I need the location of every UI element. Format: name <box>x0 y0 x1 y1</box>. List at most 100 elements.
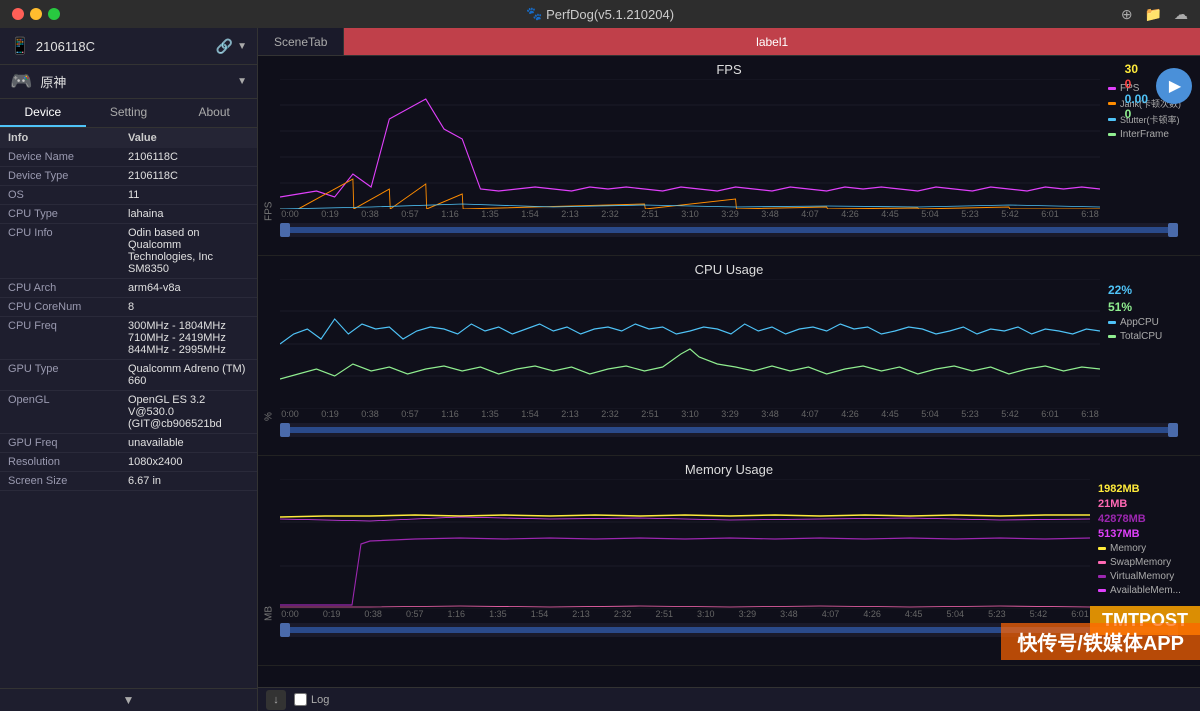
legend-interframe: InterFrame <box>1108 129 1200 140</box>
info-value: unavailable <box>128 437 249 449</box>
sidebar-scroll-down[interactable]: ▼ <box>0 688 257 711</box>
app-selector[interactable]: 🎮 原神 ▼ <box>0 65 257 99</box>
cpu-timeline-track <box>280 427 1178 433</box>
info-label: Device Type <box>8 170 128 182</box>
info-col1-header: Info <box>8 132 128 144</box>
info-row: Screen Size6.67 in <box>0 472 257 491</box>
info-row: GPU TypeQualcomm Adreno (TM) 660 <box>0 360 257 391</box>
info-label: CPU Freq <box>8 320 128 356</box>
watermark-tmtpost2: 快传号/铁媒体APP <box>1001 623 1200 660</box>
memory-y-label: MB <box>258 479 280 621</box>
info-value: arm64-v8a <box>128 282 249 294</box>
legend-stutter: Stutter(卡顿率) <box>1108 113 1200 126</box>
info-value: Qualcomm Adreno (TM) 660 <box>128 363 249 387</box>
link-icon[interactable]: 🔗 <box>216 38 233 55</box>
cpu-legend: 22% 51% AppCPU TotalCPU <box>1100 279 1200 421</box>
location-icon[interactable]: ⊕ <box>1121 6 1133 23</box>
info-label: Resolution <box>8 456 128 468</box>
info-label: OS <box>8 189 128 201</box>
device-name-label: 2106118C <box>36 39 210 54</box>
fps-timeline-slider[interactable] <box>280 223 1178 237</box>
info-row: CPU Archarm64-v8a <box>0 279 257 298</box>
info-label: GPU Freq <box>8 437 128 449</box>
fps-y-label: FPS <box>258 79 280 221</box>
appcpu-label: AppCPU <box>1120 317 1159 328</box>
memory-chart-title: Memory Usage <box>258 460 1200 479</box>
info-table-header: Info Value <box>0 128 257 148</box>
fps-chart-body: FPS <box>258 79 1200 221</box>
memory-chart-inner: 2,500 5,000 <box>280 479 1090 621</box>
cloud-icon[interactable]: ☁ <box>1174 6 1188 23</box>
fps-val-0a: 0 <box>1125 77 1148 91</box>
tab-about[interactable]: About <box>171 99 257 127</box>
log-label: Log <box>311 694 329 706</box>
memory-chart-svg: 2,500 5,000 <box>280 479 1090 609</box>
info-value: 2106118C <box>128 170 249 182</box>
close-button[interactable] <box>12 8 24 20</box>
info-label: Device Name <box>8 151 128 163</box>
info-label: CPU Arch <box>8 282 128 294</box>
memory-slider-left[interactable] <box>280 623 290 637</box>
device-dropdown[interactable]: ▼ <box>237 41 247 52</box>
scene-tab-label[interactable]: SceneTab <box>258 28 344 55</box>
android-icon: 📱 <box>10 36 30 56</box>
fps-slider-right[interactable] <box>1168 223 1178 237</box>
app-title: 🐾 PerfDog(v5.1.210204) <box>526 6 674 22</box>
memory-val: 1982MB <box>1098 483 1200 495</box>
chevron-down-icon: ▼ <box>123 693 135 707</box>
tab-setting[interactable]: Setting <box>86 99 172 127</box>
memory-chart-panel: Memory Usage MB 2,500 5,000 <box>258 456 1200 666</box>
fps-legend-dot <box>1108 87 1116 90</box>
app-name-label: 原神 <box>40 72 229 91</box>
interframe-legend-dot <box>1108 133 1116 136</box>
info-row: Device Name2106118C <box>0 148 257 167</box>
legend-available: AvailableMem... <box>1098 585 1200 596</box>
folder-icon[interactable]: 📁 <box>1145 6 1162 23</box>
log-checkbox[interactable] <box>294 693 307 706</box>
info-row: CPU Typelahaina <box>0 205 257 224</box>
fps-val-30: 30 <box>1125 62 1148 76</box>
fps-slider-left[interactable] <box>280 223 290 237</box>
fps-x-labels: 0:000:190:380:571:161:351:542:132:322:51… <box>280 209 1100 221</box>
fps-chart-title: FPS <box>258 60 1200 79</box>
info-value: 300MHz - 1804MHz 710MHz - 2419MHz 844MHz… <box>128 320 249 356</box>
download-button[interactable]: ↓ <box>266 690 286 710</box>
cpu-slider-left[interactable] <box>280 423 290 437</box>
info-label: OpenGL <box>8 394 128 430</box>
info-value: 1080x2400 <box>128 456 249 468</box>
legend-swap: SwapMemory <box>1098 557 1200 568</box>
scene-label1[interactable]: label1 <box>344 28 1200 55</box>
minimize-button[interactable] <box>30 8 42 20</box>
charts-area: FPS ▶ 30 0 0.00 0 FPS <box>258 56 1200 687</box>
info-table: Device Name2106118CDevice Type2106118COS… <box>0 148 257 688</box>
window-controls <box>12 8 60 20</box>
info-value: 2106118C <box>128 151 249 163</box>
stutter-legend-dot <box>1108 118 1116 121</box>
swap-legend-label: SwapMemory <box>1110 557 1171 568</box>
available-legend-label: AvailableMem... <box>1110 585 1181 596</box>
info-row: CPU Freq300MHz - 1804MHz 710MHz - 2419MH… <box>0 317 257 360</box>
play-button[interactable]: ▶ <box>1156 68 1192 104</box>
fps-chart-svg: 125 75 50 25 0 <box>280 79 1100 209</box>
available-val: 5137MB <box>1098 528 1200 540</box>
cpu-x-labels: 0:000:190:380:571:161:351:542:132:322:51… <box>280 409 1100 421</box>
virtual-legend-label: VirtualMemory <box>1110 571 1174 582</box>
memory-legend: 1982MB 21MB 42878MB 5137MB Memory SwapMe… <box>1090 479 1200 621</box>
info-value: OpenGL ES 3.2 V@530.0 (GIT@cb906521bd <box>128 394 249 430</box>
device-selector: 📱 2106118C 🔗 ▼ <box>0 28 257 65</box>
memory-x-labels: 0:000:190:380:571:161:351:542:132:322:51… <box>280 609 1090 621</box>
content-area: SceneTab label1 FPS ▶ 30 0 0. <box>258 28 1200 711</box>
app-dropdown[interactable]: ▼ <box>237 76 247 87</box>
fps-val-0c: 0 <box>1125 107 1148 121</box>
cpu-slider-right[interactable] <box>1168 423 1178 437</box>
maximize-button[interactable] <box>48 8 60 20</box>
fps-val-0b: 0.00 <box>1125 92 1148 106</box>
cpu-timeline-slider[interactable] <box>280 423 1178 437</box>
cpu-totalcpu-val: 51% <box>1108 300 1200 314</box>
info-value: Odin based on Qualcomm Technologies, Inc… <box>128 227 249 275</box>
app-icon-genshin: 🎮 <box>10 71 32 92</box>
cpu-chart-svg: 100 50 25 0 <box>280 279 1100 409</box>
tab-device[interactable]: Device <box>0 99 86 127</box>
info-value: 6.67 in <box>128 475 249 487</box>
info-label: GPU Type <box>8 363 128 387</box>
